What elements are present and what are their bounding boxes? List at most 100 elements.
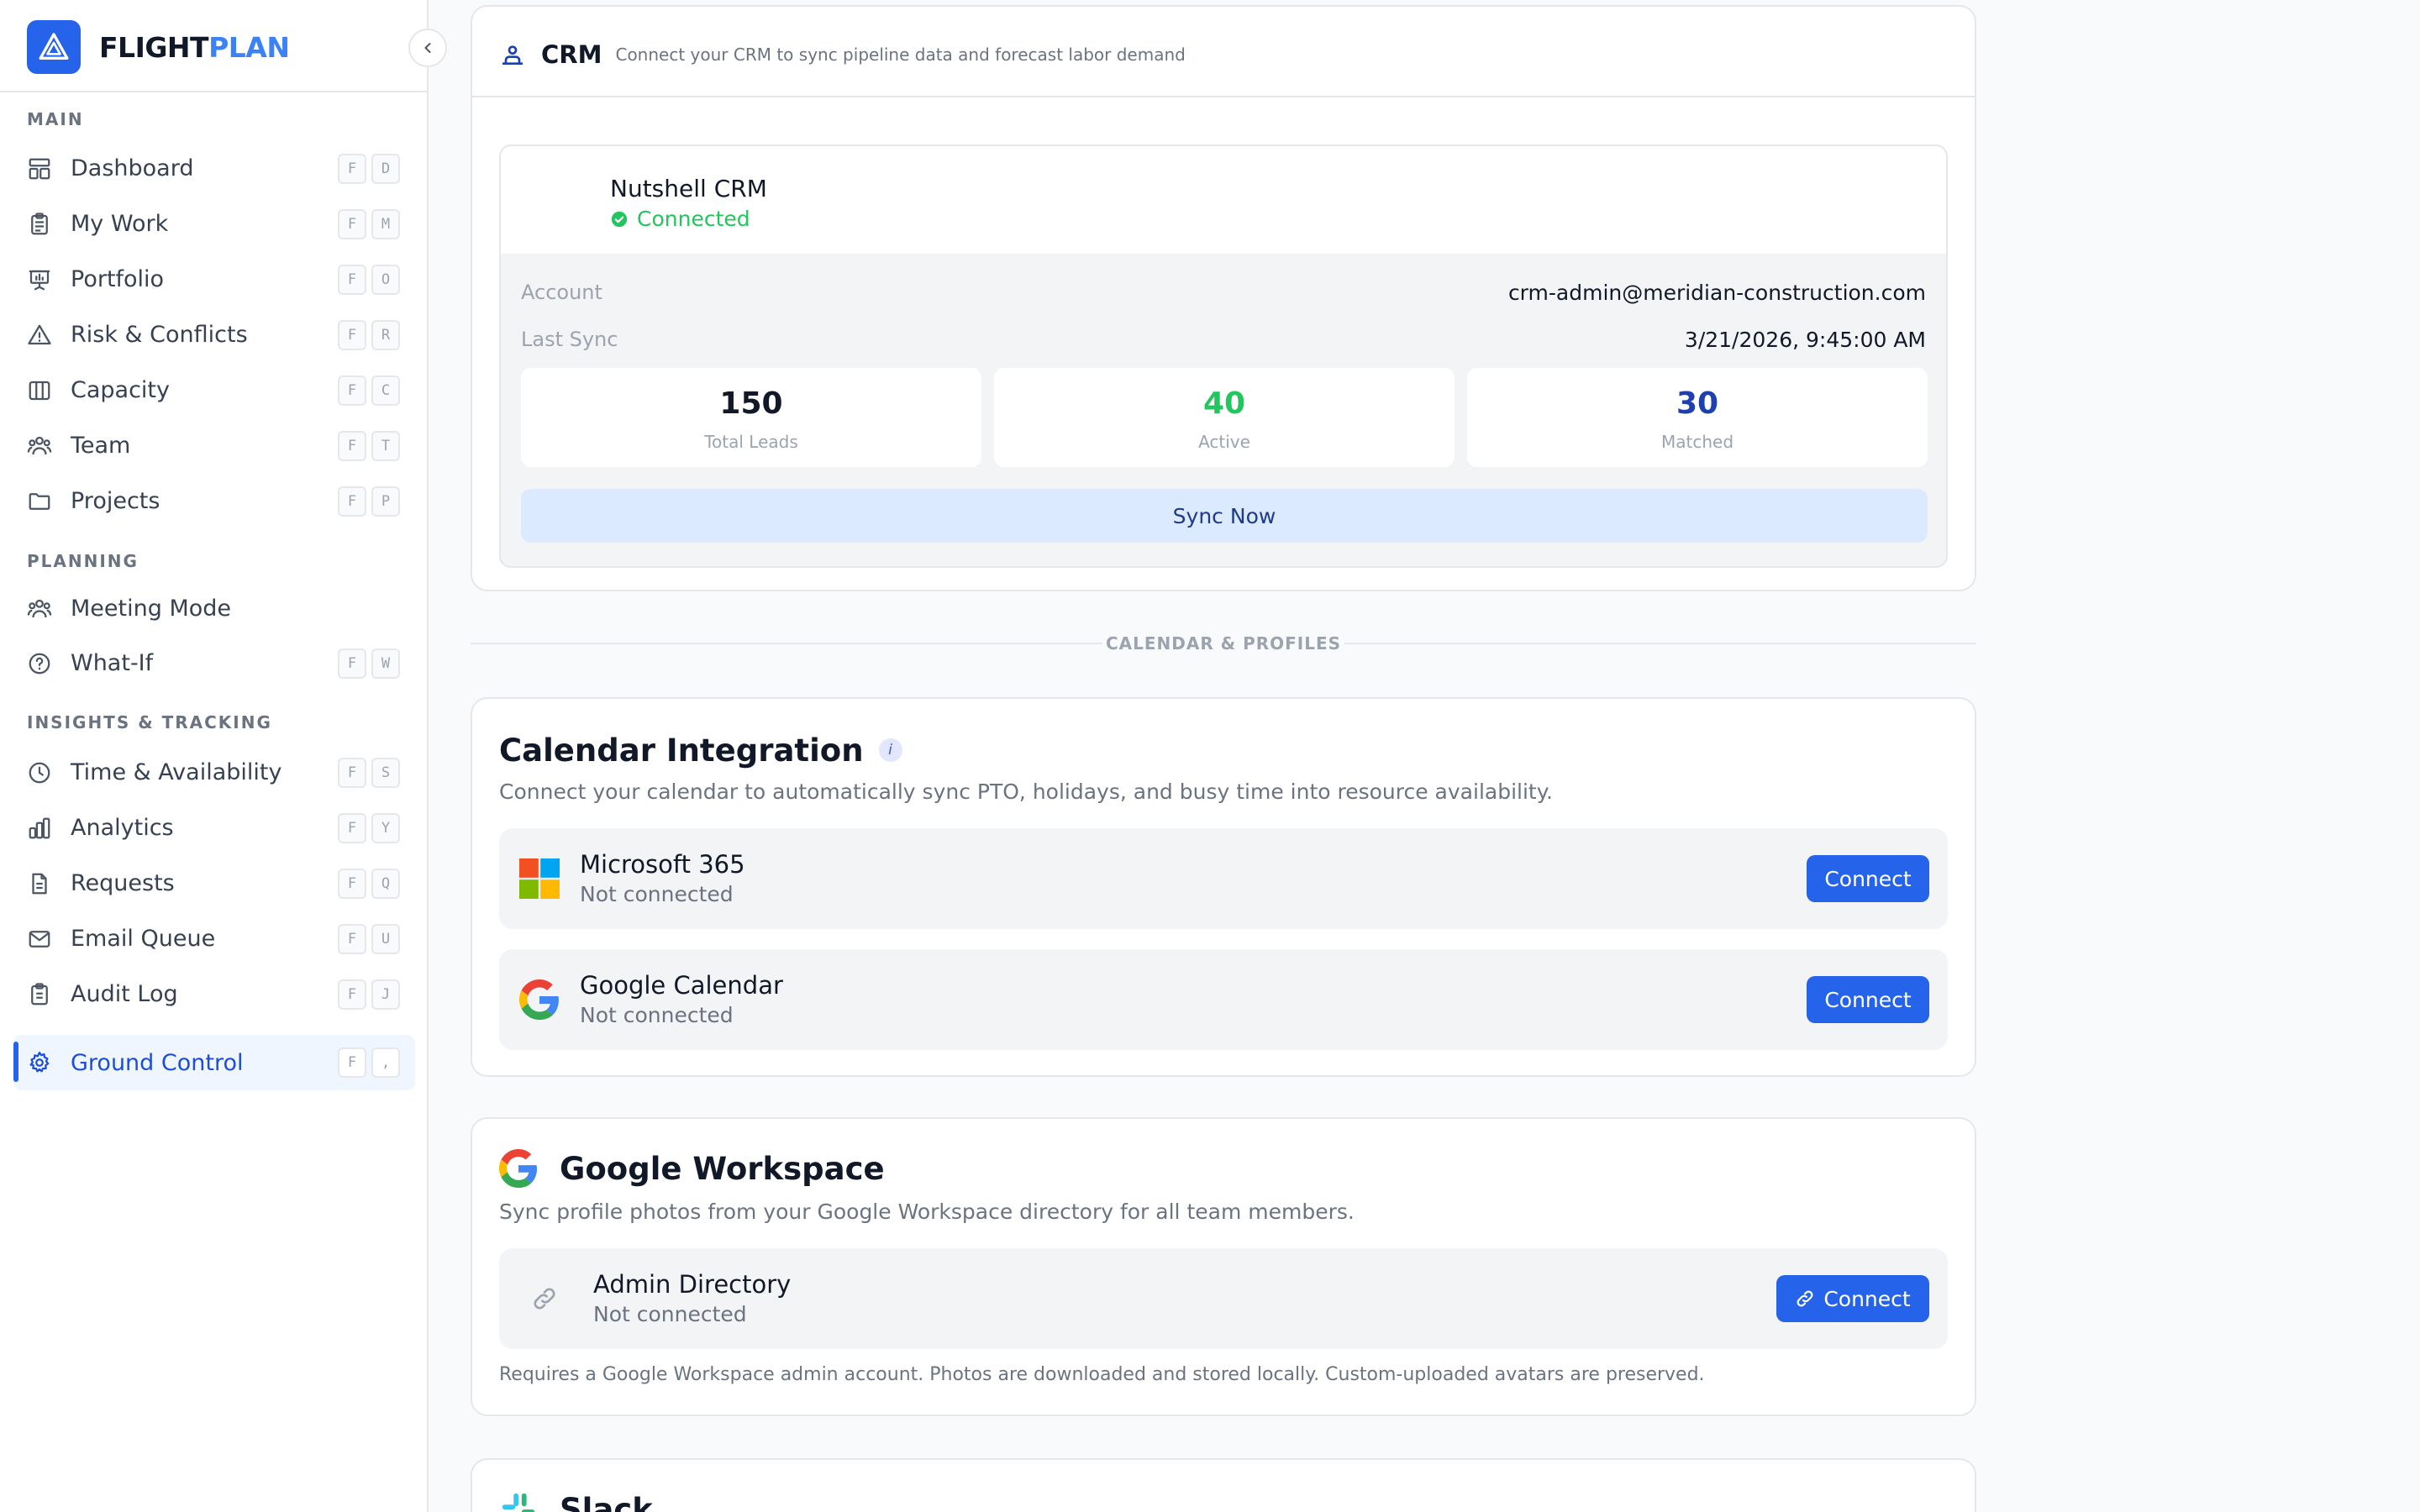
calendar-title: Calendar Integration <box>499 732 864 769</box>
sidebar-item-email-queue[interactable]: Email Queue FU <box>13 911 415 965</box>
brand[interactable]: FLIGHTPLAN <box>27 20 290 74</box>
sidebar-item-portfolio[interactable]: Portfolio FO <box>13 252 415 306</box>
sidebar-item-label: What-If <box>71 649 154 676</box>
workspace-header: Google Workspace <box>499 1147 885 1189</box>
sidebar-item-analytics[interactable]: Analytics FY <box>13 801 415 854</box>
shortcut-key: U <box>371 924 400 954</box>
question-circle-icon <box>29 653 50 675</box>
google-logo-icon <box>519 979 559 1020</box>
shortcut-key: F <box>338 154 366 184</box>
info-icon[interactable]: i <box>878 738 902 762</box>
google-workspace-card: Google Workspace Sync profile photos fro… <box>471 1117 1976 1416</box>
link-icon <box>1797 1290 1813 1307</box>
last-sync-label: Last Sync <box>521 328 618 351</box>
shortcut-key: Q <box>371 869 400 899</box>
slack-header: Slack <box>499 1488 653 1512</box>
shortcut-key: F <box>338 320 366 350</box>
meeting-icon <box>27 599 52 618</box>
brand-name-part1: FLIGHT <box>99 30 209 64</box>
stat-total-leads: 150 Total Leads <box>521 368 981 467</box>
stat-label: Active <box>1198 432 1250 452</box>
connect-microsoft-button[interactable]: Connect <box>1807 855 1929 902</box>
gear-icon <box>29 1052 50 1073</box>
slack-logo-icon <box>502 1493 535 1512</box>
google-logo-icon <box>499 1149 537 1188</box>
section-label-insights: INSIGHTS & TRACKING <box>27 712 272 732</box>
sidebar-item-dashboard[interactable]: Dashboard FD <box>13 141 415 195</box>
crm-provider-header: Nutshell CRM Connected <box>501 146 1946 254</box>
sidebar-item-ground-control[interactable]: Ground Control F, <box>13 1035 415 1090</box>
shortcut-key: F <box>338 648 366 679</box>
shortcut-key: F <box>338 431 366 461</box>
link-icon <box>534 1288 555 1310</box>
sidebar-item-projects[interactable]: Projects FP <box>13 474 415 528</box>
provider-status: Not connected <box>580 1003 734 1027</box>
sync-now-button[interactable]: Sync Now <box>521 489 1928 543</box>
crm-provider-panel: Nutshell CRM Connected Account crm-admin… <box>499 144 1948 568</box>
provider-status: Not connected <box>580 882 734 906</box>
crm-card: CRM Connect your CRM to sync pipeline da… <box>471 5 1976 591</box>
crm-header: CRM Connect your CRM to sync pipeline da… <box>499 35 1186 74</box>
shortcut-key: T <box>371 431 400 461</box>
connect-label: Connect <box>1823 1286 1911 1311</box>
sidebar-item-label: Email Queue <box>71 925 216 952</box>
connect-google-calendar-button[interactable]: Connect <box>1807 976 1929 1023</box>
sidebar-item-audit-log[interactable]: Audit Log FJ <box>13 967 415 1021</box>
sidebar-item-team[interactable]: Team FT <box>13 418 415 472</box>
stat-value: 30 <box>1676 386 1719 421</box>
check-circle-icon <box>611 211 628 227</box>
sidebar-item-time-availability[interactable]: Time & Availability FS <box>13 745 415 799</box>
sidebar-item-meeting-mode[interactable]: Meeting Mode <box>13 581 415 635</box>
sidebar-item-label: Audit Log <box>71 980 178 1007</box>
shortcut-key: P <box>371 486 400 517</box>
presentation-chart-icon <box>29 270 50 291</box>
sidebar-item-what-if[interactable]: What-If FW <box>13 636 415 690</box>
admin-directory-row: Admin Directory Not connected Connect <box>499 1248 1948 1349</box>
sidebar-item-capacity[interactable]: Capacity FC <box>13 363 415 417</box>
clock-icon <box>29 762 50 784</box>
shortcut-key: F <box>338 486 366 517</box>
microsoft-365-row: Microsoft 365 Not connected Connect <box>499 828 1948 929</box>
team-icon <box>27 436 52 455</box>
sidebar-item-label: My Work <box>71 210 169 237</box>
connect-admin-directory-button[interactable]: Connect <box>1776 1275 1929 1322</box>
crm-provider-name: Nutshell CRM <box>610 175 767 202</box>
clipboard-check-icon <box>31 983 48 1005</box>
directory-status: Not connected <box>593 1302 747 1326</box>
shortcut-key: , <box>371 1047 400 1078</box>
shortcut-key: F <box>338 265 366 295</box>
shortcut-key: R <box>371 320 400 350</box>
sidebar-item-label: Time & Availability <box>71 759 282 785</box>
sidebar-item-label: Capacity <box>71 376 170 403</box>
collapse-sidebar-button[interactable] <box>408 29 447 67</box>
bar-chart-icon <box>29 817 50 839</box>
sidebar-item-label: Ground Control <box>71 1049 244 1076</box>
section-label-planning: PLANNING <box>27 551 139 571</box>
shortcut-key: M <box>371 209 400 239</box>
shortcut-key: F <box>338 375 366 406</box>
section-label-main: MAIN <box>27 109 84 129</box>
stat-matched: 30 Matched <box>1467 368 1928 467</box>
calendar-description: Connect your calendar to automatically s… <box>499 780 1553 804</box>
last-sync-value: 3/21/2026, 9:45:00 AM <box>1684 328 1926 352</box>
columns-icon <box>29 381 50 401</box>
workspace-note: Requires a Google Workspace admin accoun… <box>499 1364 1705 1385</box>
workspace-title: Google Workspace <box>560 1150 885 1187</box>
chevron-left-icon <box>424 43 431 53</box>
sidebar-item-requests[interactable]: Requests FQ <box>13 856 415 910</box>
envelope-icon <box>29 931 50 948</box>
active-indicator <box>13 1042 18 1082</box>
shortcut-key: J <box>371 979 400 1010</box>
clipboard-list-icon <box>31 213 48 235</box>
sidebar-item-label: Risk & Conflicts <box>71 321 248 348</box>
sidebar-item-my-work[interactable]: My Work FM <box>13 197 415 250</box>
slack-card: Slack <box>471 1458 1976 1512</box>
section-divider-label: CALENDAR & PROFILES <box>1102 632 1344 655</box>
sidebar-item-risk-conflicts[interactable]: Risk & Conflicts FR <box>13 307 415 361</box>
microsoft-logo-icon <box>519 858 560 899</box>
shortcut-key: F <box>338 813 366 843</box>
slack-title: Slack <box>560 1491 653 1512</box>
crm-icon <box>502 45 523 65</box>
sidebar-item-label: Portfolio <box>71 265 165 292</box>
sidebar-item-label: Analytics <box>71 814 174 841</box>
